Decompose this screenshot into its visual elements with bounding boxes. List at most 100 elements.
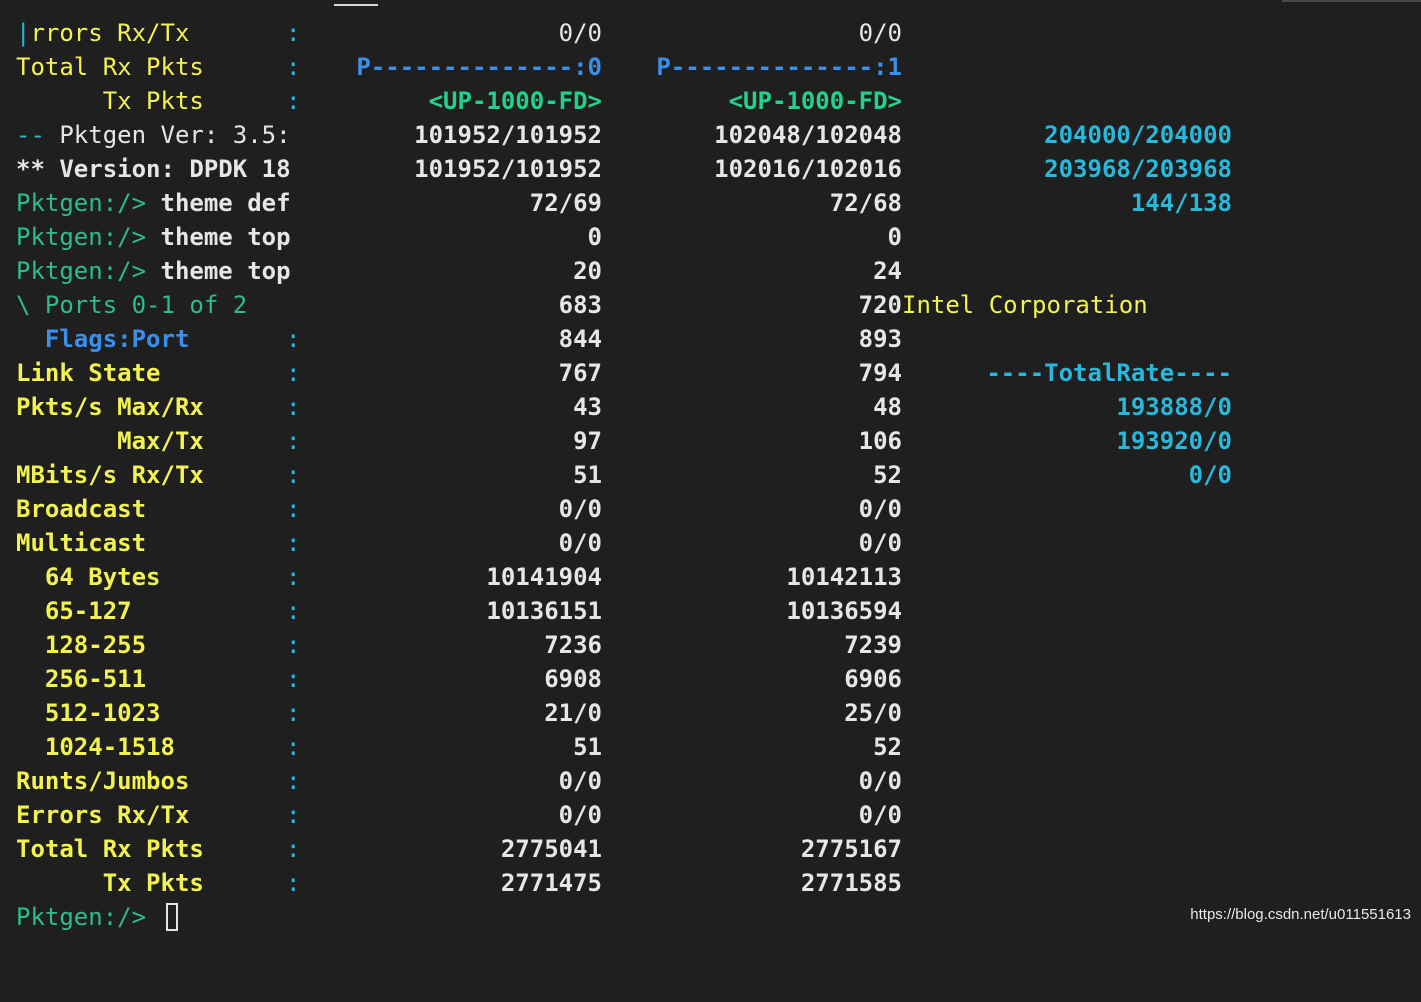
stats-row: |rrors Rx/Tx: 0/0 0/0 (0, 16, 1421, 50)
port1-value: 720 (858, 291, 902, 319)
row-label: |rrors Rx/Tx (16, 16, 189, 50)
total-value: ----TotalRate---- (986, 359, 1232, 387)
row-label: Pkts/s Max/Rx (16, 393, 204, 421)
port1-value: 10142113 (786, 563, 902, 591)
separator-colon: : (286, 53, 301, 81)
port1-value: 10136594 (786, 597, 902, 625)
port1-value: 52 (873, 733, 902, 761)
port0-value: 0/0 (558, 19, 602, 47)
version-text: Pktgen Ver: 3.5: (59, 121, 291, 149)
stats-row: Total Rx Pkts: 2775041 2775167 (0, 832, 1421, 866)
port0-value: 0/0 (558, 529, 602, 557)
separator-colon: : (286, 87, 301, 115)
stats-row: Multicast: 0/0 0/0 (0, 526, 1421, 560)
port1-value: 106 (858, 427, 902, 455)
port1-value: 0 (887, 223, 902, 251)
port1-value: 7239 (844, 631, 902, 659)
block-cursor-icon[interactable] (166, 903, 178, 931)
separator-colon: : (286, 461, 301, 489)
separator-colon: : (286, 529, 301, 557)
row-label-text: rrors Rx/Tx (30, 19, 190, 47)
port0-value: 0/0 (558, 495, 602, 523)
port1-value: 0/0 (858, 529, 902, 557)
port0-value: 10141904 (486, 563, 602, 591)
port0-value: 51 (573, 461, 602, 489)
port0-value: P--------------:0 (356, 53, 602, 81)
port1-value: 24 (873, 257, 902, 285)
separator-colon: : (286, 563, 301, 591)
separator-colon: : (286, 835, 301, 863)
port0-value: 10136151 (486, 597, 602, 625)
port0-value: 7236 (544, 631, 602, 659)
stats-row: Pkts/s Max/Rx: 43 48 193888/0 (0, 390, 1421, 424)
port0-value: 2775041 (500, 835, 602, 863)
port1-value: 0/0 (858, 19, 902, 47)
row-label: 512-1023 (16, 699, 161, 727)
total-value: 193888/0 (1116, 393, 1232, 421)
command-text: theme def (160, 189, 291, 217)
stats-row: ** Version: DPDK 18 101952/101952 102016/1… (0, 152, 1421, 186)
separator-colon: : (286, 767, 301, 795)
separator-colon: : (286, 631, 301, 659)
stats-row: Pktgen:/> theme top 0 0 (0, 220, 1421, 254)
port0-value: <UP-1000-FD> (428, 87, 602, 115)
port0-value: 2771475 (500, 869, 602, 897)
stats-row: Errors Rx/Tx: 0/0 0/0 (0, 798, 1421, 832)
separator-colon: : (286, 19, 301, 47)
row-label: -- Pktgen Ver: 3.5: (16, 118, 291, 152)
row-label: 1024-1518 (16, 733, 175, 761)
port1-value: <UP-1000-FD> (728, 87, 902, 115)
prompt-text: Pktgen:/> (16, 903, 161, 931)
command-text: theme top (160, 223, 291, 251)
total-value: Intel Corporation (902, 291, 1148, 319)
port1-value: 72/68 (829, 189, 902, 217)
stats-row: \ Ports 0-1 of 2 683 720 Intel Corporation (0, 288, 1421, 322)
prompt-text: Pktgen:/> (16, 257, 161, 285)
row-label: MBits/s Rx/Tx (16, 461, 204, 489)
terminal-window[interactable]: |rrors Rx/Tx: 0/0 0/0 Total Rx Pkts: P------… (0, 0, 1421, 936)
row-label: Pktgen:/> theme top (16, 220, 291, 254)
port1-value: 102048/102048 (714, 121, 902, 149)
row-label: 256-511 (16, 665, 147, 693)
stats-row: Link State: 767 794 ----TotalRate---- (0, 356, 1421, 390)
separator-colon: : (286, 869, 301, 897)
row-label: \ Ports 0-1 of 2 (16, 291, 248, 319)
port1-value: 6906 (844, 665, 902, 693)
port0-value: 0 (587, 223, 602, 251)
total-value: 144/138 (1130, 189, 1232, 217)
stats-row: Max/Tx: 97 106 193920/0 (0, 424, 1421, 458)
port0-value: 683 (558, 291, 602, 319)
stats-row: Broadcast: 0/0 0/0 (0, 492, 1421, 526)
separator-colon: : (286, 325, 301, 353)
watermark: https://blog.csdn.net/u011551613 (1190, 906, 1411, 923)
row-label: ** Version: DPDK 18 (16, 155, 291, 183)
port0-value: 97 (573, 427, 602, 455)
port0-value: 101952/101952 (414, 155, 602, 183)
row-label: Total Rx Pkts (16, 835, 204, 863)
row-label: Tx Pkts (16, 869, 204, 897)
port0-value: 21/0 (544, 699, 602, 727)
stats-row: Flags:Port: 844 893 (0, 322, 1421, 356)
stats-row: Tx Pkts: 2771475 2771585 (0, 866, 1421, 900)
port1-value: 0/0 (858, 767, 902, 795)
port1-value: 893 (858, 325, 902, 353)
prompt-text: Pktgen:/> (16, 223, 161, 251)
row-label: Runts/Jumbos (16, 767, 190, 795)
separator-colon: : (286, 801, 301, 829)
stats-row: 512-1023: 21/0 25/0 (0, 696, 1421, 730)
port1-value: 2775167 (800, 835, 902, 863)
port0-value: 0/0 (558, 767, 602, 795)
prompt-text: Pktgen:/> (16, 189, 161, 217)
separator-colon: : (286, 699, 301, 727)
separator-colon: : (286, 597, 301, 625)
row-label: Flags:Port (16, 325, 190, 353)
dash-prefix: -- (16, 121, 60, 149)
port1-value: 48 (873, 393, 902, 421)
port0-value: 6908 (544, 665, 602, 693)
row-label: Pktgen:/> theme top (16, 254, 291, 288)
port1-value: 25/0 (844, 699, 902, 727)
port1-value: 102016/102016 (714, 155, 902, 183)
port1-value: 52 (873, 461, 902, 489)
port0-value: 72/69 (529, 189, 602, 217)
row-label: Errors Rx/Tx (16, 801, 190, 829)
